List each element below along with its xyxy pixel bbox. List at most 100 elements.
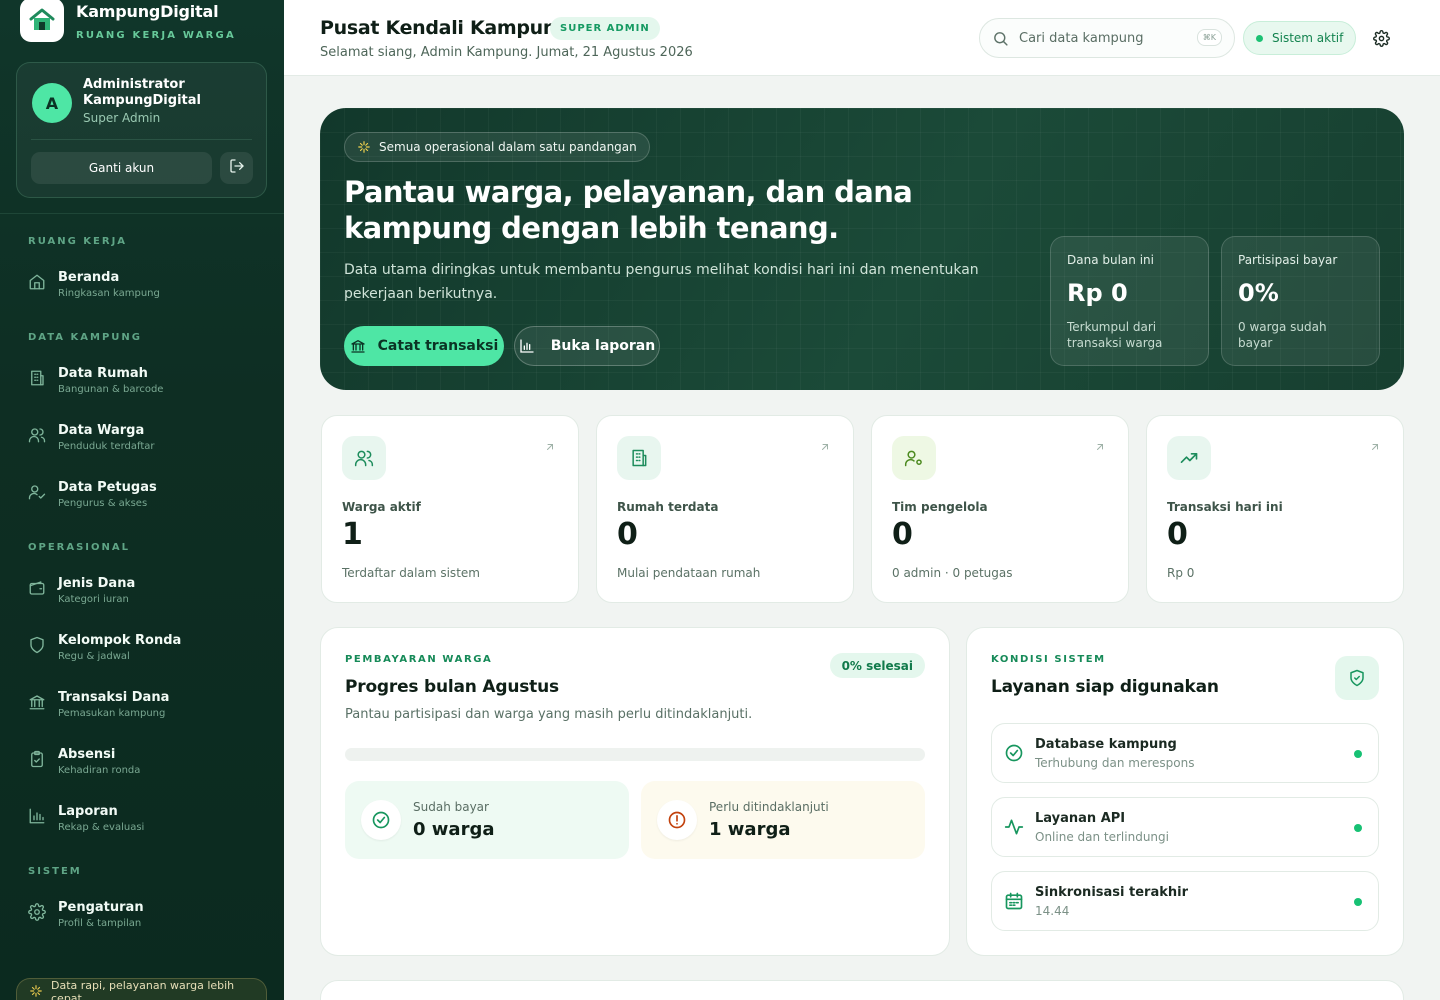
arrow-up-right-icon	[1369, 438, 1381, 457]
page-title: Pusat Kendali Kampung	[320, 17, 570, 39]
arrow-up-right-icon	[819, 438, 831, 457]
sidebar-footer-note: Data rapi, pelayanan warga lebih cepat.	[16, 978, 267, 1000]
bar-chart-icon	[519, 338, 535, 354]
service-sub: 14.44	[1035, 904, 1070, 918]
logout-button[interactable]	[220, 152, 253, 184]
service-title: Database kampung	[1035, 737, 1177, 752]
hero-banner: Semua operasional dalam satu pandangan P…	[320, 108, 1404, 390]
sidebar-item-label: Kelompok Ronda	[58, 632, 182, 648]
sidebar-item-label: Beranda	[58, 269, 120, 285]
stat-value: 0	[1167, 517, 1188, 552]
nav-section-title: OPERASIONAL	[28, 542, 131, 553]
check-circle-icon	[361, 800, 401, 840]
stat-card-transaksi[interactable]: Transaksi hari ini 0 Rp 0	[1146, 415, 1404, 603]
settings-button[interactable]	[1368, 25, 1394, 51]
stat-value: 0	[892, 517, 913, 552]
sidebar-item-data-warga[interactable]: Data Warga Penduduk terdaftar	[16, 413, 268, 461]
sidebar-item-kelompok-ronda[interactable]: Kelompok Ronda Regu & jadwal	[16, 623, 268, 671]
system-status-pill[interactable]: Sistem aktif	[1243, 21, 1357, 55]
stat-card-warga[interactable]: Warga aktif 1 Terdaftar dalam sistem	[321, 415, 579, 603]
summary-label: Sudah bayar	[413, 800, 489, 814]
greeting-text: Selamat siang, Admin Kampung. Jumat, 21 …	[320, 45, 693, 60]
bank-icon	[28, 693, 46, 715]
sparkle-icon	[357, 140, 371, 154]
record-transaction-button[interactable]: Catat transaksi	[344, 326, 504, 366]
hero-stat-label: Partisipasi bayar	[1238, 253, 1338, 267]
brand[interactable]: KampungDigital RUANG KERJA WARGA	[20, 0, 236, 46]
card-eyebrow: PEMBAYARAN WARGA	[345, 654, 493, 665]
bar-chart-icon	[28, 807, 46, 829]
sparkle-icon	[29, 984, 43, 1000]
sidebar: KampungDigital RUANG KERJA WARGA A Admin…	[0, 0, 284, 1000]
nav-section-title: RUANG KERJA	[28, 236, 128, 247]
stat-value: 0	[617, 517, 638, 552]
stat-label: Rumah terdata	[617, 500, 719, 514]
clipboard-check-icon	[28, 750, 46, 772]
trending-up-icon	[1167, 436, 1211, 480]
sidebar-item-absensi[interactable]: Absensi Kehadiran ronda	[16, 737, 268, 785]
hero-stat-funds: Dana bulan ini Rp 0 Terkumpul dari trans…	[1050, 236, 1209, 366]
button-label: Buka laporan	[550, 338, 656, 354]
house-logo-icon	[20, 0, 64, 42]
sidebar-item-beranda[interactable]: Beranda Ringkasan kampung	[16, 260, 268, 308]
stat-sub: Rp 0	[1167, 566, 1195, 580]
sidebar-item-sub: Profil & tampilan	[58, 917, 142, 929]
search-input[interactable]	[1019, 30, 1179, 46]
status-dot	[1354, 824, 1362, 832]
service-sync[interactable]: Sinkronisasi terakhir 14.44	[991, 871, 1379, 931]
arrow-up-right-icon	[1094, 438, 1106, 457]
arrow-up-right-icon	[544, 438, 556, 457]
hero-stat-participation: Partisipasi bayar 0% 0 warga sudah bayar	[1221, 236, 1380, 366]
sidebar-item-data-petugas[interactable]: Data Petugas Pengurus & akses	[16, 470, 268, 518]
payment-progress-card: PEMBAYARAN WARGA Progres bulan Agustus P…	[320, 627, 950, 956]
sidebar-item-label: Pengaturan	[58, 899, 144, 915]
sidebar-item-label: Jenis Dana	[58, 575, 136, 591]
sidebar-footer-text: Data rapi, pelayanan warga lebih cepat.	[51, 979, 235, 1000]
hero-stat-value: 0%	[1238, 279, 1279, 307]
calendar-icon	[1004, 891, 1024, 915]
service-sub: Online dan terlindungi	[1035, 830, 1169, 844]
sidebar-item-data-rumah[interactable]: Data Rumah Bangunan & barcode	[16, 356, 268, 404]
sidebar-item-sub: Regu & jadwal	[58, 650, 130, 662]
sidebar-item-pengaturan[interactable]: Pengaturan Profil & tampilan	[16, 890, 268, 938]
status-dot	[1354, 750, 1362, 758]
search-box[interactable]: ⌘K	[979, 18, 1235, 58]
sidebar-item-jenis-dana[interactable]: Jenis Dana Kategori iuran	[16, 566, 268, 614]
sidebar-item-sub: Rekap & evaluasi	[58, 821, 145, 833]
pending-summary: Perlu ditindaklanjuti 1 warga	[641, 781, 925, 859]
hero-stat-sub: Terkumpul dari transaksi warga	[1067, 320, 1163, 350]
avatar: A	[32, 83, 72, 123]
service-title: Sinkronisasi terakhir	[1035, 885, 1188, 900]
building-icon	[28, 369, 46, 391]
sidebar-item-transaksi-dana[interactable]: Transaksi Dana Pemasukan kampung	[16, 680, 268, 728]
stat-card-tim[interactable]: Tim pengelola 0 0 admin · 0 petugas	[871, 415, 1129, 603]
system-status-card: KONDISI SISTEM Layanan siap digunakan Da…	[966, 627, 1404, 956]
sidebar-item-label: Data Rumah	[58, 365, 148, 381]
switch-account-button[interactable]: Ganti akun	[31, 152, 212, 184]
service-database[interactable]: Database kampung Terhubung dan merespons	[991, 723, 1379, 783]
sidebar-item-sub: Pemasukan kampung	[58, 707, 166, 719]
stat-card-rumah[interactable]: Rumah terdata 0 Mulai pendataan rumah	[596, 415, 854, 603]
button-label: Catat transaksi	[377, 338, 499, 354]
sidebar-item-sub: Penduduk terdaftar	[58, 440, 155, 452]
service-api[interactable]: Layanan API Online dan terlindungi	[991, 797, 1379, 857]
building-icon	[617, 436, 661, 480]
stat-label: Warga aktif	[342, 500, 421, 514]
card-eyebrow: KONDISI SISTEM	[991, 654, 1106, 665]
card-title: Layanan siap digunakan	[991, 677, 1219, 697]
hero-title: Pantau warga, pelayanan, dan dana kampun…	[344, 175, 913, 245]
nav-section-title: SISTEM	[28, 866, 82, 877]
gear-icon	[1372, 29, 1390, 47]
sidebar-item-laporan[interactable]: Laporan Rekap & evaluasi	[16, 794, 268, 842]
check-circle-icon	[1004, 743, 1024, 767]
status-text: Sistem aktif	[1272, 31, 1344, 45]
next-section-card	[320, 980, 1404, 1000]
activity-icon	[1004, 817, 1024, 841]
sidebar-item-sub: Kategori iuran	[58, 593, 129, 605]
user-gear-icon	[892, 436, 936, 480]
open-report-button[interactable]: Buka laporan	[514, 326, 660, 366]
logout-icon	[229, 158, 245, 178]
payment-progress-bar	[345, 748, 925, 761]
service-sub: Terhubung dan merespons	[1035, 756, 1195, 770]
summary-value: 1 warga	[709, 819, 791, 840]
